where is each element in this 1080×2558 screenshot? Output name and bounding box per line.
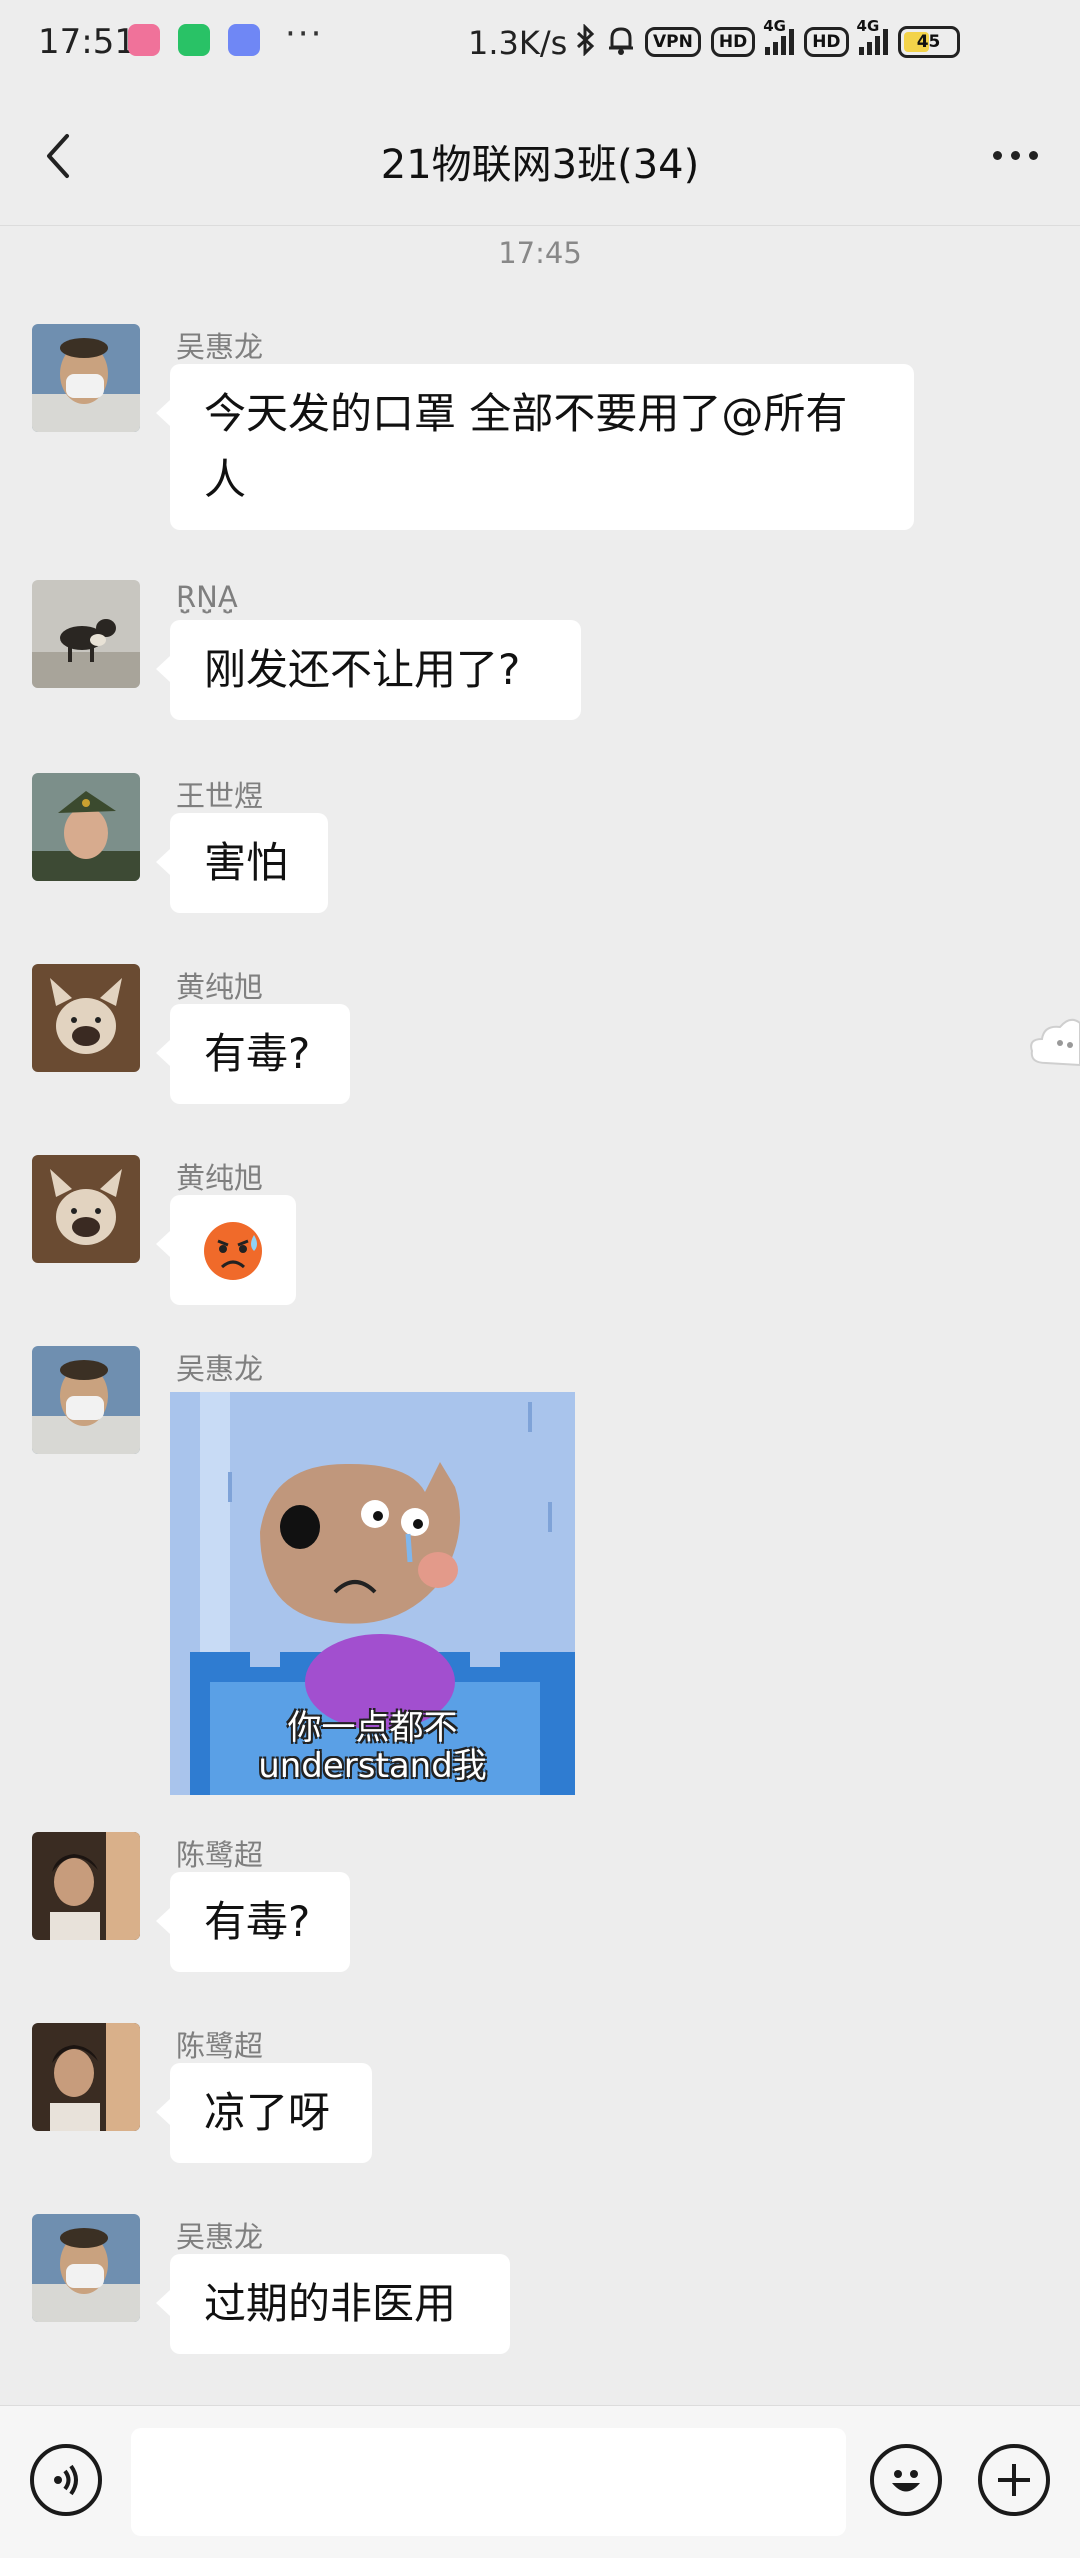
avatar[interactable]: [32, 2023, 140, 2131]
vpn-badge: VPN: [645, 27, 701, 57]
chat-header: 21物联网3班(34): [0, 90, 1080, 226]
network-type-2: 4G: [856, 17, 880, 35]
message-bubble[interactable]: 过期的非医用: [156, 2254, 510, 2354]
sticker-caption: 你一点都不 understand我: [258, 1708, 487, 1786]
message-bubble[interactable]: 今天发的口罩 全部不要用了@所有人: [156, 364, 914, 530]
network-speed: 1.3K/s: [468, 24, 568, 62]
status-bar: 17:51 ··· 1.3K/s VPN HD 4G HD 4G 45: [0, 0, 1080, 90]
signal-icon: 4G: [763, 17, 795, 55]
sender-name: 黄纯旭: [176, 970, 264, 1004]
message-input[interactable]: [131, 2428, 846, 2536]
message-bubble[interactable]: 有毒?: [156, 1004, 350, 1104]
avatar[interactable]: [32, 964, 140, 1072]
avatar[interactable]: [32, 1155, 140, 1263]
hd-badge-2: HD: [804, 27, 849, 57]
signal-icon-2: 4G: [857, 17, 888, 55]
sender-name: 吴惠龙: [176, 2220, 264, 2254]
bluetooth-icon: [575, 23, 597, 60]
message-bubble[interactable]: 有毒?: [156, 1872, 350, 1972]
avatar[interactable]: [32, 2214, 140, 2322]
sender-name: 黄纯旭: [176, 1161, 264, 1195]
avatar[interactable]: [32, 1832, 140, 1940]
battery-level: 45: [916, 32, 941, 52]
qq-icon: [228, 24, 260, 56]
avatar[interactable]: [32, 1346, 140, 1454]
more-options-button[interactable]: [980, 130, 1050, 180]
plus-button[interactable]: [978, 2444, 1050, 2516]
voice-icon: [54, 2464, 78, 2496]
battery-icon: 45: [897, 26, 960, 58]
timestamp: 17:45: [498, 236, 582, 270]
emoji-icon: [892, 2470, 920, 2492]
sender-name: 王世煜: [176, 779, 264, 813]
hd-badge: HD: [710, 27, 756, 57]
bilibili-icon: [128, 24, 160, 56]
plus-icon: [998, 2464, 1030, 2496]
message-bubble[interactable]: 凉了呀: [156, 2063, 372, 2163]
emoji-button[interactable]: [870, 2444, 942, 2516]
message-bubble[interactable]: 害怕: [156, 813, 328, 913]
input-bar: [0, 2405, 1080, 2558]
floating-assistant-icon[interactable]: [1026, 1005, 1080, 1079]
cold-sweat-emoji-icon: [204, 1222, 262, 1280]
avatar[interactable]: [32, 580, 140, 688]
chat-title: 21物联网3班(34): [380, 142, 700, 188]
sender-name: R̤̮N̤̮A̤̮: [176, 580, 238, 614]
wechat-icon: [178, 24, 210, 56]
status-time: 17:51: [38, 22, 136, 62]
sender-name: 吴惠龙: [176, 1352, 264, 1386]
sender-name: 吴惠龙: [176, 330, 264, 364]
sender-name: 陈鹭超: [176, 2029, 264, 2063]
sticker-image[interactable]: 你一点都不 understand我: [170, 1392, 575, 1795]
avatar[interactable]: [32, 324, 140, 432]
message-bubble[interactable]: 刚发还不让用了?: [156, 620, 581, 720]
more-notifications-icon: ···: [285, 14, 324, 54]
network-type: 4G: [763, 17, 786, 35]
avatar[interactable]: [32, 773, 140, 881]
message-bubble[interactable]: [156, 1195, 296, 1305]
bell-icon: [607, 24, 635, 60]
voice-button[interactable]: [30, 2444, 102, 2516]
sender-name: 陈鹭超: [176, 1838, 264, 1872]
